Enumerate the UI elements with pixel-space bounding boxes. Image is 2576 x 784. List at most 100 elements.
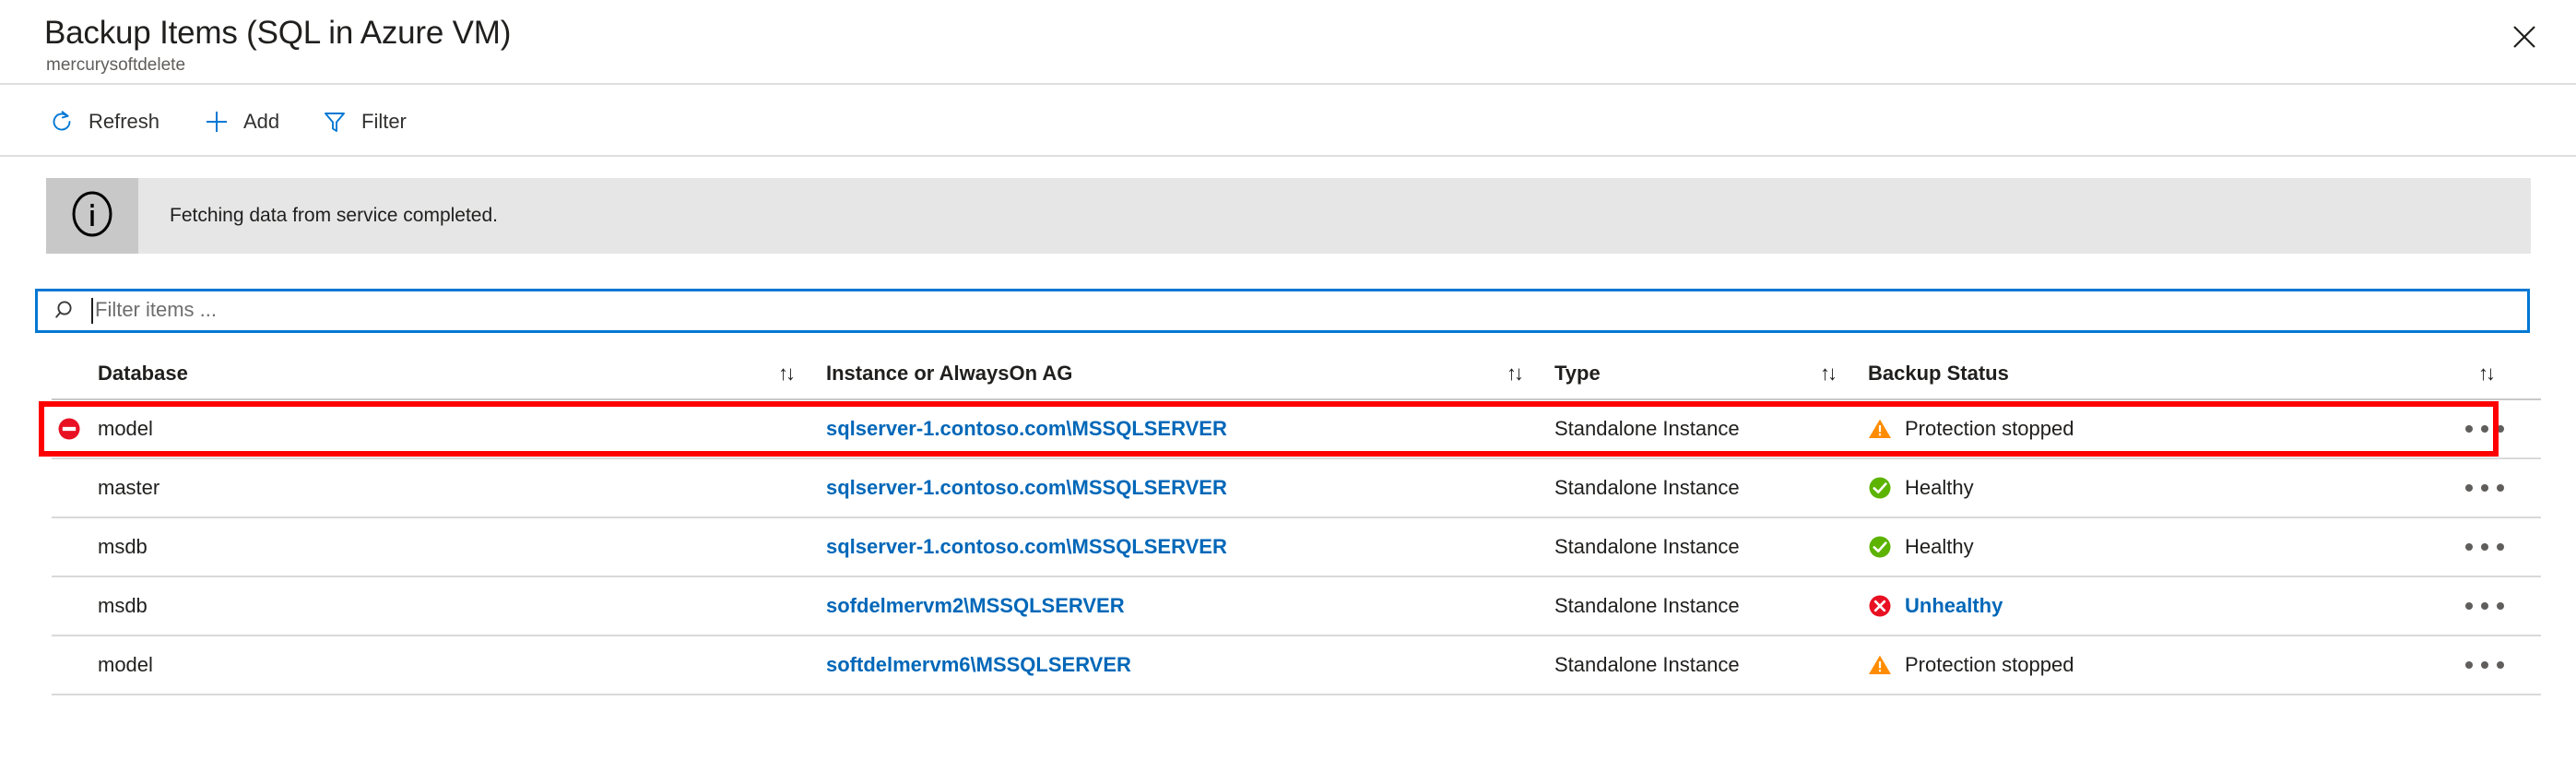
status-label: Healthy xyxy=(1905,476,1974,499)
info-icon xyxy=(66,188,118,244)
cell-type: Standalone Instance xyxy=(1554,535,1740,558)
cell-instance: softdelmervm6\MSSQLSERVER xyxy=(826,636,1554,694)
table-row[interactable]: master sqlserver-1.contoso.com\MSSQLSERVE… xyxy=(52,459,2541,518)
warning-icon xyxy=(1868,417,1892,441)
ellipsis-icon[interactable] xyxy=(2456,534,2513,560)
row-state-cell xyxy=(52,636,98,694)
table-header-row: Database ↑↓ Instance or AlwaysOn AG ↑↓ T… xyxy=(52,349,2541,400)
stop-protection-icon xyxy=(55,415,83,443)
instance-link[interactable]: sqlserver-1.contoso.com\MSSQLSERVER xyxy=(826,535,1227,559)
row-state-cell xyxy=(52,518,98,576)
cell-database: msdb xyxy=(98,535,148,558)
cell-backup-status: Protection stopped xyxy=(1868,400,2421,457)
cell-backup-status: Healthy xyxy=(1868,459,2421,517)
warning-icon xyxy=(1868,653,1892,677)
column-header-instance-label: Instance or AlwaysOn AG xyxy=(826,362,1073,385)
cell-instance: sqlserver-1.contoso.com\MSSQLSERVER xyxy=(826,518,1554,576)
cell-instance: sqlserver-1.contoso.com\MSSQLSERVER xyxy=(826,400,1554,457)
instance-link[interactable]: sqlserver-1.contoso.com\MSSQLSERVER xyxy=(826,417,1227,441)
status-label: Protection stopped xyxy=(1905,417,2074,440)
row-state-cell xyxy=(52,400,98,457)
funnel-icon xyxy=(321,108,349,136)
status-badge: Protection stopped xyxy=(1868,417,2074,441)
cell-type: Standalone Instance xyxy=(1554,653,1740,676)
info-banner-message: Fetching data from service completed. xyxy=(170,205,498,226)
search-input-placeholder: Filter items ... xyxy=(95,298,218,321)
column-header-backup-status-label: Backup Status xyxy=(1868,362,2009,385)
cell-type: Standalone Instance xyxy=(1554,417,1740,440)
sort-ascending-descending-icon[interactable]: ↑↓ xyxy=(1507,363,1524,384)
close-button[interactable] xyxy=(2499,11,2550,63)
ellipsis-icon[interactable] xyxy=(2456,652,2513,678)
table-row[interactable]: msdb sofdelmervm2\MSSQLSERVER Standalone I… xyxy=(52,577,2541,636)
success-icon xyxy=(1868,476,1892,500)
status-badge: Healthy xyxy=(1868,535,1974,559)
ellipsis-icon[interactable] xyxy=(2456,593,2513,619)
info-banner: Fetching data from service completed. xyxy=(46,178,2531,254)
add-button[interactable]: Add xyxy=(194,100,289,144)
plus-icon xyxy=(203,108,230,136)
cell-instance: sqlserver-1.contoso.com\MSSQLSERVER xyxy=(826,459,1554,517)
text-cursor xyxy=(91,298,93,324)
cell-backup-status: Healthy xyxy=(1868,518,2421,576)
table-body: model sqlserver-1.contoso.com\MSSQLSERVER… xyxy=(52,400,2541,695)
filter-items-input[interactable]: Filter items ... xyxy=(35,289,2530,333)
status-badge: Unhealthy xyxy=(1868,594,2003,618)
sort-ascending-descending-icon[interactable]: ↑↓ xyxy=(1820,363,1837,384)
table-row[interactable]: model sqlserver-1.contoso.com\MSSQLSERVER… xyxy=(52,400,2541,459)
search-icon xyxy=(53,297,80,325)
status-label[interactable]: Unhealthy xyxy=(1905,594,2003,618)
filter-button-label: Filter xyxy=(361,110,407,133)
column-header-database[interactable]: Database ↑↓ xyxy=(98,349,826,398)
status-badge: Protection stopped xyxy=(1868,653,2074,677)
status-label: Healthy xyxy=(1905,535,1974,558)
instance-link[interactable]: sofdelmervm2\MSSQLSERVER xyxy=(826,594,1125,618)
command-bar: Refresh Add Filter xyxy=(0,87,2576,157)
column-header-type-label: Type xyxy=(1554,362,1601,385)
cell-actions xyxy=(2421,577,2541,635)
refresh-button-label: Refresh xyxy=(89,110,160,133)
instance-link[interactable]: softdelmervm6\MSSQLSERVER xyxy=(826,653,1131,677)
refresh-icon xyxy=(48,108,76,136)
backup-items-blade: Backup Items (SQL in Azure VM) mercuryso… xyxy=(0,0,2576,784)
cell-database: master xyxy=(98,476,160,499)
sort-ascending-descending-icon[interactable]: ↑↓ xyxy=(2478,363,2496,384)
cell-actions xyxy=(2421,400,2541,457)
cell-actions xyxy=(2421,636,2541,694)
cell-database: msdb xyxy=(98,594,148,617)
ellipsis-icon[interactable] xyxy=(2456,475,2513,501)
page-title: Backup Items (SQL in Azure VM) xyxy=(44,15,512,51)
column-header-backup-status[interactable]: Backup Status xyxy=(1868,349,2421,398)
close-icon xyxy=(2511,23,2538,51)
page-subtitle: mercurysoftdelete xyxy=(46,55,186,75)
success-icon xyxy=(1868,535,1892,559)
status-badge: Healthy xyxy=(1868,476,1974,500)
column-header-actions[interactable]: ↑↓ xyxy=(2421,349,2541,398)
table-row[interactable]: msdb sqlserver-1.contoso.com\MSSQLSERVER S… xyxy=(52,518,2541,577)
sort-ascending-descending-icon[interactable]: ↑↓ xyxy=(778,363,796,384)
info-banner-icon-container xyxy=(46,178,138,254)
table-row[interactable]: model softdelmervm6\MSSQLSERVER Standalone… xyxy=(52,636,2541,695)
backup-items-table: Database ↑↓ Instance or AlwaysOn AG ↑↓ T… xyxy=(52,349,2541,695)
column-header-state xyxy=(52,349,98,398)
cell-database: model xyxy=(98,417,153,440)
cell-actions xyxy=(2421,459,2541,517)
row-state-cell xyxy=(52,459,98,517)
cell-type: Standalone Instance xyxy=(1554,594,1740,617)
cell-actions xyxy=(2421,518,2541,576)
cell-type: Standalone Instance xyxy=(1554,476,1740,499)
cell-database: model xyxy=(98,653,153,676)
error-icon xyxy=(1868,594,1892,618)
column-header-type[interactable]: Type ↑↓ xyxy=(1554,349,1868,398)
add-button-label: Add xyxy=(243,110,280,133)
column-header-database-label: Database xyxy=(98,362,188,385)
cell-backup-status: Protection stopped xyxy=(1868,636,2421,694)
instance-link[interactable]: sqlserver-1.contoso.com\MSSQLSERVER xyxy=(826,476,1227,500)
row-state-cell xyxy=(52,577,98,635)
ellipsis-icon[interactable] xyxy=(2456,416,2513,442)
blade-header: Backup Items (SQL in Azure VM) mercuryso… xyxy=(0,0,2576,85)
filter-button[interactable]: Filter xyxy=(312,100,416,144)
refresh-button[interactable]: Refresh xyxy=(39,100,169,144)
status-label: Protection stopped xyxy=(1905,653,2074,676)
column-header-instance[interactable]: Instance or AlwaysOn AG ↑↓ xyxy=(826,349,1554,398)
